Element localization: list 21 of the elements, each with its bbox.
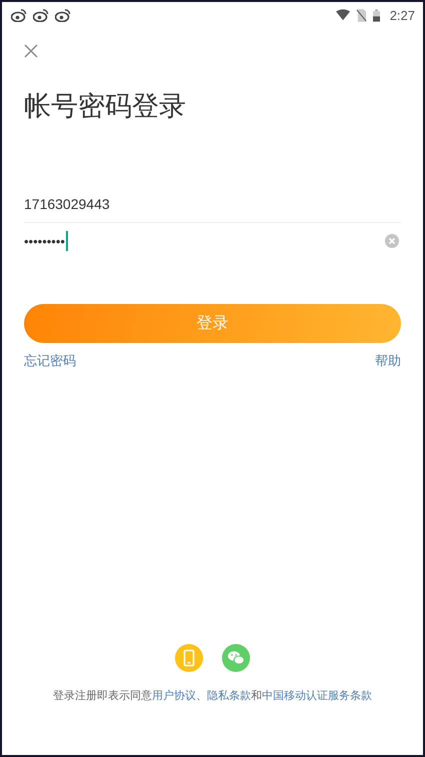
- clock-time: 2:27: [390, 8, 415, 22]
- phone-field[interactable]: 17163029443: [24, 186, 401, 223]
- weibo-icon: [11, 8, 27, 22]
- weibo-icon: [55, 8, 71, 22]
- terms-link[interactable]: 隐私条款: [207, 689, 251, 702]
- help-link[interactable]: 帮助: [375, 352, 401, 370]
- terms-notice: 登录注册即表示同意用户协议、隐私条款和中国移动认证服务条款: [52, 688, 373, 703]
- wifi-icon: [336, 9, 350, 21]
- no-sim-icon: [356, 8, 367, 22]
- page-title: 帐号密码登录: [24, 90, 187, 124]
- battery-icon: [372, 8, 380, 22]
- login-button[interactable]: 登录: [24, 304, 401, 343]
- forgot-password-link[interactable]: 忘记密码: [24, 352, 76, 370]
- terms-link[interactable]: 用户协议: [152, 689, 196, 702]
- clear-icon[interactable]: [385, 234, 399, 248]
- phone-icon[interactable]: [175, 644, 203, 672]
- weibo-icon: [33, 8, 49, 22]
- terms-link[interactable]: 中国移动认证服务条款: [262, 689, 372, 702]
- password-field[interactable]: •••••••••: [24, 231, 68, 251]
- wechat-icon[interactable]: [222, 644, 250, 672]
- close-icon[interactable]: [24, 44, 38, 58]
